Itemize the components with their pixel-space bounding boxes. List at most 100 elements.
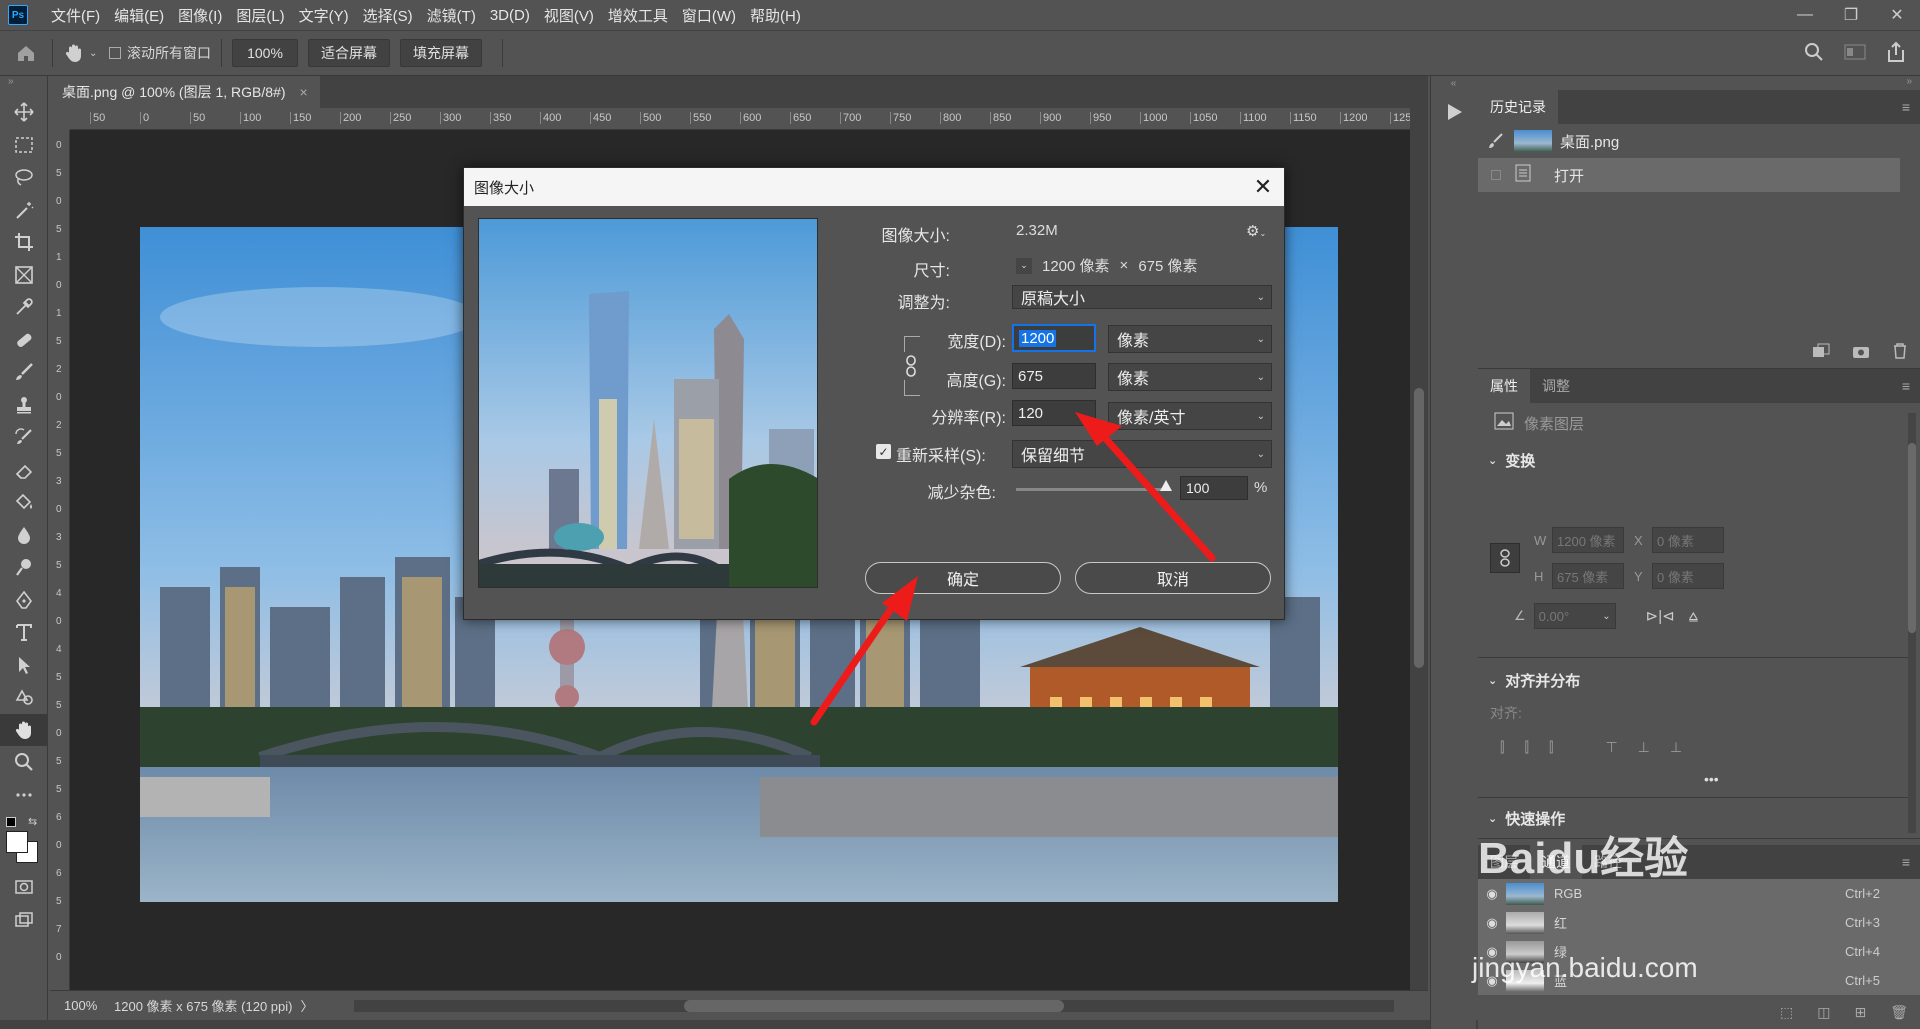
visibility-eye-icon[interactable]: ◉ <box>1478 915 1506 931</box>
menu-image[interactable]: 图像(I) <box>171 5 229 26</box>
close-window-button[interactable]: ✕ <box>1874 0 1920 30</box>
y-field[interactable]: 0 像素 <box>1652 563 1724 589</box>
delete-channel-icon[interactable]: 🗑 <box>1890 1004 1908 1021</box>
marquee-tool-icon[interactable] <box>0 129 48 162</box>
minimize-button[interactable]: — <box>1782 0 1828 30</box>
width-unit-select[interactable]: 像素 ⌄ <box>1108 325 1272 353</box>
history-menu-icon[interactable]: ≡ <box>1902 99 1910 115</box>
align-top-icon[interactable]: ⊤ <box>1605 739 1617 756</box>
height-input[interactable]: 675 <box>1012 363 1096 389</box>
dimensions-chevron-icon[interactable]: ⌄ <box>1016 257 1032 274</box>
settings-gear-icon[interactable]: ⚙⌄ <box>1246 222 1266 240</box>
align-section-header[interactable]: ⌄ 对齐并分布 <box>1488 665 1580 695</box>
resolution-input[interactable]: 120 <box>1012 400 1096 426</box>
shape-tool-icon[interactable] <box>0 681 48 714</box>
crop-tool-icon[interactable] <box>0 226 48 259</box>
tab-history[interactable]: 历史记录 <box>1478 90 1558 124</box>
cancel-button[interactable]: 取消 <box>1075 562 1271 594</box>
type-tool-icon[interactable] <box>0 616 48 649</box>
reduce-noise-slider-handle[interactable] <box>1160 480 1172 491</box>
menu-3d[interactable]: 3D(D) <box>483 7 537 24</box>
align-hcenter-icon[interactable]: ⫿ <box>1524 739 1528 756</box>
pen-tool-icon[interactable] <box>0 584 48 617</box>
w-field[interactable]: 1200 像素 <box>1552 527 1624 553</box>
home-icon[interactable] <box>0 42 52 64</box>
save-selection-icon[interactable]: ◫ <box>1817 1004 1830 1021</box>
resample-method-select[interactable]: 保留细节 ⌄ <box>1012 440 1272 468</box>
x-field[interactable]: 0 像素 <box>1652 527 1724 553</box>
share-icon[interactable] <box>1886 41 1906 66</box>
menu-help[interactable]: 帮助(H) <box>743 5 808 26</box>
swap-colors-icon[interactable]: ⇆ <box>28 815 37 828</box>
scroll-thumb[interactable] <box>1414 388 1424 668</box>
document-tab[interactable]: 桌面.png @ 100% (图层 1, RGB/8#) × <box>50 76 320 108</box>
fit-screen-button[interactable]: 适合屏幕 <box>308 39 390 67</box>
angle-field[interactable]: 0.00° ⌄ <box>1533 603 1616 629</box>
snapshot-camera-icon[interactable] <box>1852 343 1870 362</box>
brush-tool-icon[interactable] <box>0 356 48 389</box>
hand-tool-icon[interactable] <box>0 713 48 746</box>
vertical-scrollbar[interactable] <box>1410 108 1428 990</box>
toolbar-collapse-icon[interactable]: » <box>0 76 47 96</box>
stamp-tool-icon[interactable] <box>0 389 48 422</box>
default-colors-icon[interactable] <box>6 817 16 827</box>
paint-bucket-tool-icon[interactable] <box>0 486 48 519</box>
flip-vertical-icon[interactable]: ⩠ <box>1689 608 1698 625</box>
properties-menu-icon[interactable]: ≡ <box>1902 378 1910 394</box>
channels-menu-icon[interactable]: ≡ <box>1902 854 1910 870</box>
menu-file[interactable]: 文件(F) <box>44 5 107 26</box>
menu-plugins[interactable]: 增效工具 <box>601 5 675 26</box>
more-options-icon[interactable]: ••• <box>1704 771 1719 787</box>
close-tab-icon[interactable]: × <box>300 84 308 100</box>
load-selection-icon[interactable]: ⬚ <box>1780 1004 1793 1021</box>
width-input[interactable]: 1200 <box>1012 324 1096 352</box>
properties-scrollbar[interactable] <box>1908 413 1916 833</box>
menu-layer[interactable]: 图层(L) <box>229 5 291 26</box>
fill-screen-button[interactable]: 填充屏幕 <box>400 39 482 67</box>
menu-type[interactable]: 文字(Y) <box>292 5 356 26</box>
eyedropper-tool-icon[interactable] <box>0 291 48 324</box>
actions-play-icon[interactable] <box>1443 101 1476 126</box>
menu-edit[interactable]: 编辑(E) <box>107 5 171 26</box>
color-swatches[interactable]: ⇆ <box>0 811 47 871</box>
screen-mode-icon[interactable] <box>0 904 48 937</box>
zoom-tool-icon[interactable] <box>0 746 48 779</box>
path-selection-tool-icon[interactable] <box>0 649 48 682</box>
reduce-noise-slider[interactable] <box>1016 488 1166 491</box>
horizontal-scrollbar[interactable] <box>353 999 1394 1012</box>
resolution-unit-select[interactable]: 像素/英寸 ⌄ <box>1108 402 1272 430</box>
quick-mask-icon[interactable] <box>0 871 48 904</box>
frame-tool-icon[interactable] <box>0 259 48 292</box>
transform-section-header[interactable]: ⌄ 变换 <box>1478 443 1920 477</box>
more-tools-icon[interactable] <box>0 779 48 812</box>
menu-view[interactable]: 视图(V) <box>537 5 601 26</box>
visibility-eye-icon[interactable]: ◉ <box>1478 886 1506 902</box>
history-snapshot[interactable]: 桌面.png <box>1478 124 1920 158</box>
height-unit-select[interactable]: 像素 ⌄ <box>1108 363 1272 391</box>
reduce-noise-input[interactable]: 100 <box>1180 476 1248 500</box>
foreground-color-swatch[interactable] <box>6 831 28 853</box>
h-scroll-thumb[interactable] <box>683 999 1064 1012</box>
magic-wand-tool-icon[interactable] <box>0 194 48 227</box>
tab-properties[interactable]: 属性 <box>1478 369 1530 403</box>
dodge-tool-icon[interactable] <box>0 551 48 584</box>
ok-button[interactable]: 确定 <box>865 562 1061 594</box>
menu-filter[interactable]: 滤镜(T) <box>420 5 483 26</box>
history-brush-icon[interactable] <box>1478 132 1514 150</box>
delete-state-icon[interactable] <box>1892 343 1908 362</box>
eraser-tool-icon[interactable] <box>0 454 48 487</box>
blur-tool-icon[interactable] <box>0 519 48 552</box>
search-icon[interactable] <box>1804 42 1824 65</box>
status-zoom[interactable]: 100% <box>64 998 108 1013</box>
fit-to-select[interactable]: 原稿大小 ⌄ <box>1012 285 1272 309</box>
scroll-all-windows-checkbox[interactable]: 滚动所有窗口 <box>109 43 211 63</box>
resample-checkbox[interactable]: ✓ <box>876 444 891 459</box>
align-vcenter-icon[interactable]: ⊥ <box>1638 739 1650 756</box>
status-arrow-icon[interactable]: 〉 <box>300 996 313 1015</box>
link-proportions-icon[interactable] <box>1490 543 1520 573</box>
menu-select[interactable]: 选择(S) <box>356 5 420 26</box>
expand-panels-icon[interactable]: « <box>1431 78 1476 89</box>
move-tool-icon[interactable] <box>0 96 48 129</box>
menu-window[interactable]: 窗口(W) <box>675 5 743 26</box>
align-right-icon[interactable]: ⫿ <box>1549 739 1553 756</box>
